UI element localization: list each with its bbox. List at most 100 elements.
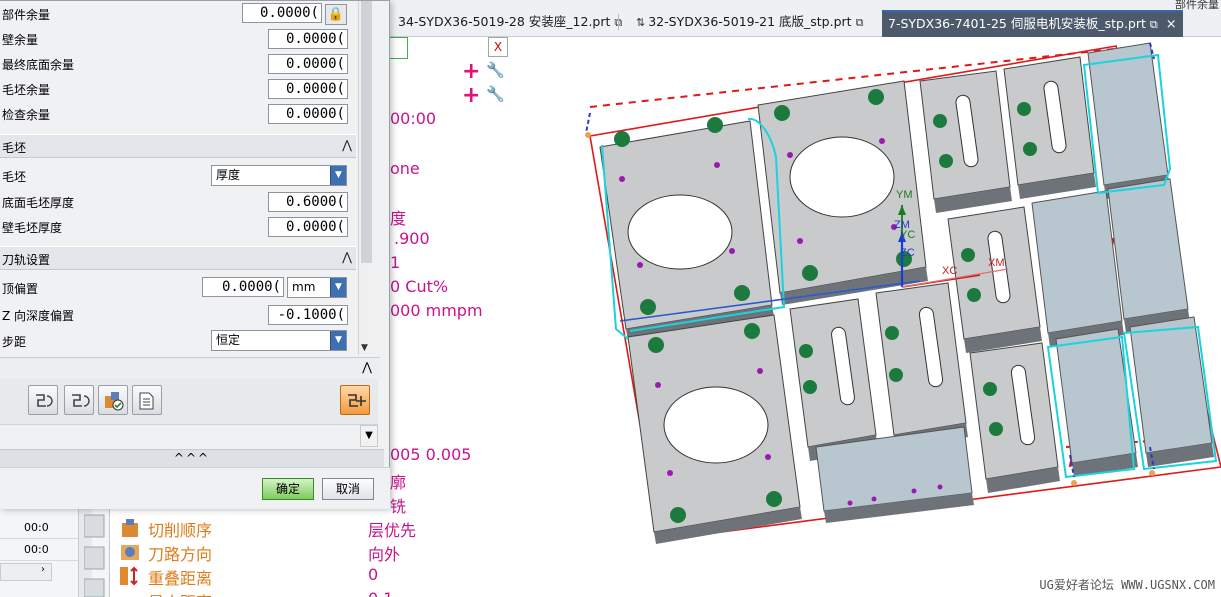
plate-large-3	[627, 314, 802, 544]
flat-plate-5	[1129, 316, 1214, 467]
verify-path-button[interactable]	[98, 385, 128, 415]
plate-large-1	[599, 117, 774, 341]
param-text: 005 0.005	[390, 445, 472, 464]
param-row-path-direction[interactable]: 刀路方向 向外	[0, 541, 510, 565]
param-text: 廓	[390, 473, 407, 492]
check-stock-row: 检查余量 0.0000(	[0, 101, 350, 126]
ok-button[interactable]: 确定	[262, 478, 314, 500]
param-text: 0 Cut%	[390, 277, 449, 296]
flat-plate-2	[1031, 190, 1124, 347]
collapse-bar[interactable]: ^^^	[0, 449, 384, 467]
blank-type-select[interactable]: 厚度 ▼	[211, 165, 347, 186]
floor-blank-thickness-row: 底面毛坯厚度 0.6000(	[0, 189, 350, 214]
chevron-down-icon: ▼	[330, 166, 346, 185]
graphics-viewport[interactable]: YM ZM YC ZC XC XM UG爱好者论坛 WWW.UGSNX.COM	[510, 37, 1221, 597]
watermark: UG爱好者论坛 WWW.UGSNX.COM	[1039, 578, 1215, 592]
dialog-scroll-area: 部件余量 0.0000( 🔒 壁余量 0.0000( 最终底面余量 0.0000…	[0, 1, 374, 357]
section-tool-actions[interactable]: ⋀	[0, 357, 380, 379]
part-stock-row: 部件余量 0.0000( 🔒	[0, 1, 350, 26]
axis-label-xm: XM	[988, 257, 1005, 269]
param-text: 000 mmpm	[390, 301, 483, 320]
regenerate-path-button[interactable]	[64, 385, 94, 415]
external-link-icon: ⧉	[1149, 18, 1158, 31]
param-text: 度	[390, 209, 407, 228]
plus-icon[interactable]: +	[462, 83, 480, 108]
list-path-button[interactable]	[132, 385, 162, 415]
scrollbar-thumb[interactable]	[361, 1, 372, 263]
action-toolbar	[0, 379, 378, 425]
wrench-icon[interactable]: 🔧	[486, 61, 505, 79]
lock-icon[interactable]: 🔒	[325, 4, 347, 25]
wall-blank-thickness-row: 壁毛坯厚度 0.0000(	[0, 214, 350, 239]
plus-icon[interactable]: +	[462, 59, 480, 84]
section-blank[interactable]: 毛坯 ⋀	[0, 134, 356, 158]
param-text: one	[390, 159, 420, 178]
check-stock-input[interactable]: 0.0000(	[268, 104, 348, 124]
final-floor-stock-row: 最终底面余量 0.0000(	[0, 51, 350, 76]
axis-label-xc: XC	[942, 265, 957, 277]
top-right-label: 部件余量	[1175, 0, 1219, 11]
blank-type-row: 毛坯 厚度 ▼	[0, 163, 350, 188]
param-row-overlap[interactable]: 重叠距离 0	[0, 565, 510, 589]
start-point	[1149, 470, 1155, 476]
z-depth-offset-input[interactable]: -0.1000(	[268, 305, 348, 325]
slot-block-2	[1003, 56, 1096, 199]
chevron-up-icon: ⋀	[342, 138, 352, 152]
chevron-up-icon: ⋀	[362, 360, 372, 374]
floor-blank-thickness-input[interactable]: 0.6000(	[268, 192, 348, 212]
final-floor-stock-input[interactable]: 0.0000(	[268, 54, 348, 74]
tab-7-sydx36-7401-25[interactable]: 7-SYDX36-7401-25 伺服电机安装板_stp.prt ⧉ ×	[882, 10, 1183, 37]
cancel-button[interactable]: 取消	[322, 478, 374, 500]
chevron-down-icon[interactable]: ▼	[360, 425, 378, 447]
external-link-icon: ⧉	[855, 16, 864, 29]
part-model: YM ZM YC ZC XC XM	[585, 42, 1221, 544]
top-offset-input[interactable]: 0.0000(	[202, 277, 284, 297]
wall-blank-thickness-input[interactable]: 0.0000(	[268, 217, 348, 237]
unit-select[interactable]: mm ▼	[287, 277, 347, 298]
param-row-cut-order[interactable]: 切削顺序 层优先	[0, 517, 510, 541]
wall-stock-input[interactable]: 0.0000(	[268, 29, 348, 49]
wrench-icon[interactable]: 🔧	[486, 85, 505, 103]
z-depth-offset-row: Z 向深度偏置 -0.1000(	[0, 302, 350, 327]
param-text: 00:00	[390, 109, 437, 128]
tab-34-sydx36-5019-28[interactable]: 34-SYDX36-5019-28 安装座_12.prt⧉	[398, 10, 622, 36]
cut-parameters-dialog: 部件余量 0.0000( 🔒 壁余量 0.0000( 最终底面余量 0.0000…	[0, 0, 390, 509]
close-marker[interactable]: X	[488, 37, 508, 57]
param-text: 1	[390, 253, 401, 272]
edit-display-button[interactable]	[340, 385, 370, 415]
wall-stock-row: 壁余量 0.0000(	[0, 26, 350, 51]
chevron-down-icon: ▼	[330, 278, 346, 297]
overlap-icon	[120, 566, 138, 586]
stepover-select[interactable]: 恒定 ▼	[211, 330, 347, 351]
slot-block-6	[969, 342, 1060, 493]
chevron-down-icon[interactable]: ▼	[361, 343, 368, 353]
param-text: .900	[394, 229, 430, 248]
blank-stock-row: 毛坯余量 0.0000(	[0, 76, 350, 101]
tab-32-sydx36-5019-21[interactable]: ⇅ 32-SYDX36-5019-21 底版_stp.prt ⧉	[636, 10, 863, 36]
chevron-up-icon: ⋀	[342, 250, 352, 264]
regenerate-icon	[72, 394, 90, 407]
slot-block-1	[919, 70, 1012, 213]
part-stock-input[interactable]: 0.0000(	[242, 3, 322, 23]
start-point	[1071, 480, 1077, 486]
tab-label: 32-SYDX36-5019-21 底版_stp.prt	[648, 14, 852, 29]
axis-label-yc: YC	[900, 229, 915, 241]
slot-block-5	[875, 282, 968, 449]
close-icon[interactable]: ×	[1166, 17, 1177, 32]
tab-label: 7-SYDX36-7401-25 伺服电机安装板_stp.prt	[888, 16, 1146, 31]
cut-order-icon	[122, 519, 138, 537]
dialog-scrollbar[interactable]: ▼	[358, 1, 374, 355]
param-row-min-distance[interactable]: 最小距离 0.1	[0, 589, 510, 597]
generate-path-button[interactable]	[28, 385, 58, 415]
engage-marker	[585, 112, 591, 134]
stepover-row: 步距 恒定 ▼	[0, 328, 350, 353]
slot-block-3	[947, 206, 1042, 353]
blank-stock-input[interactable]: 0.0000(	[268, 79, 348, 99]
start-point	[585, 132, 591, 138]
chevron-down-icon: ▼	[330, 331, 346, 350]
list-icon	[139, 392, 154, 410]
section-path-settings[interactable]: 刀轨设置 ⋀	[0, 246, 356, 270]
path-direction-icon	[121, 545, 139, 560]
top-offset-row: 顶偏置 0.0000( mm ▼	[0, 275, 350, 300]
axis-label-ym: YM	[896, 189, 913, 201]
